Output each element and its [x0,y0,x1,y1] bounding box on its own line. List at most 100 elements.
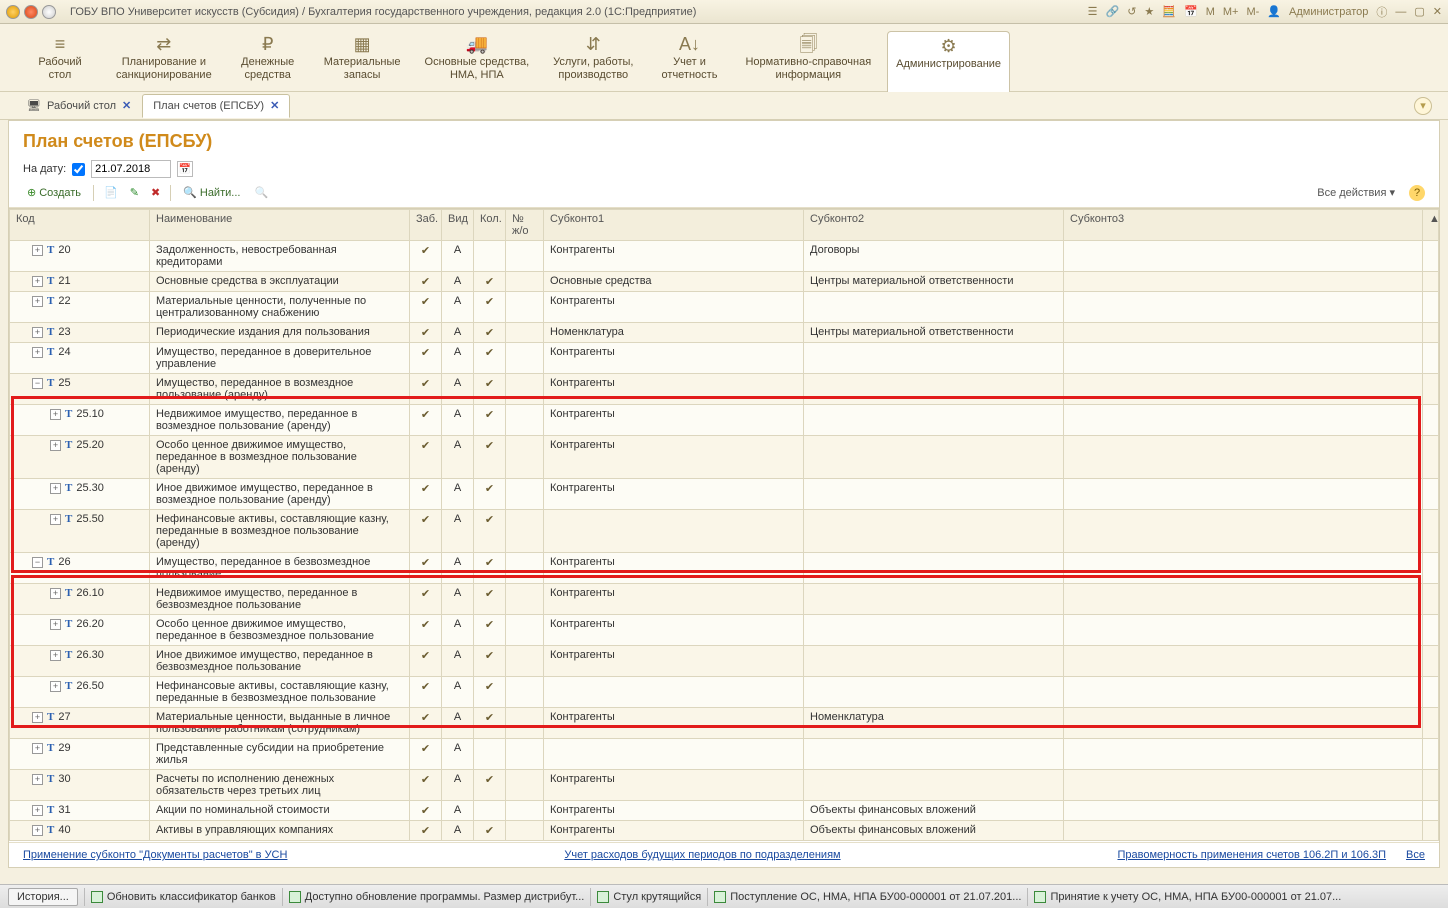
window-close-icon[interactable] [24,5,38,19]
expand-icon[interactable]: + [50,588,61,599]
scroll-up[interactable]: ▲ [1423,210,1439,241]
create-button[interactable]: ⊕Создать [23,184,85,201]
table-row[interactable]: + Т 27Материальные ценности, выданные в … [10,708,1439,739]
delete-button[interactable]: ✖ [149,184,162,201]
status-item[interactable]: Доступно обновление программы. Размер ди… [282,888,591,906]
table-row[interactable]: + Т 21Основные средства в эксплуатации✔А… [10,272,1439,292]
history-button[interactable]: История... [8,888,78,906]
link-icon[interactable]: 🔗 [1106,5,1120,18]
nav-item-3[interactable]: ▦Материальныезапасы [316,30,409,91]
status-item[interactable]: Обновить классификатор банков [84,888,282,906]
column-header[interactable]: Код [10,210,150,241]
history-icon[interactable]: ↺ [1127,5,1136,18]
expand-icon[interactable]: + [50,681,61,692]
table-row[interactable]: − Т 26Имущество, переданное в безвозмезд… [10,553,1439,584]
tab-close-icon[interactable]: ✕ [270,99,279,112]
copy-button[interactable]: 📄 [102,184,120,201]
expand-icon[interactable]: − [32,378,43,389]
clear-find-button[interactable]: 🔍 [252,184,270,201]
expand-icon[interactable]: + [50,514,61,525]
table-row[interactable]: + Т 25.10Недвижимое имущество, переданно… [10,405,1439,436]
table-row[interactable]: + Т 23Периодические издания для пользова… [10,323,1439,343]
column-header[interactable]: Субконто1 [544,210,804,241]
calendar-button[interactable]: 📅 [177,161,193,177]
table-row[interactable]: + Т 29Представленные субсидии на приобре… [10,739,1439,770]
table-row[interactable]: + Т 26.30Иное движимое имущество, переда… [10,646,1439,677]
calendar-icon[interactable]: 📅 [1184,5,1198,18]
edit-button[interactable]: ✎ [128,184,141,201]
column-header[interactable]: Заб. [410,210,442,241]
close-icon[interactable]: ✕ [1433,5,1442,18]
table-row[interactable]: + Т 20Задолженность, невостребованная кр… [10,241,1439,272]
expand-icon[interactable]: + [50,409,61,420]
all-actions-button[interactable]: Все действия ▾ [1317,186,1395,199]
expand-icon[interactable]: − [32,557,43,568]
fav-icon[interactable]: ☰ [1088,5,1098,18]
expand-icon[interactable]: + [32,347,43,358]
nav-item-5[interactable]: ⇵Услуги, работы,производство [545,30,641,91]
expand-icon[interactable]: + [50,483,61,494]
table-row[interactable]: + Т 22Материальные ценности, полученные … [10,292,1439,323]
column-header[interactable]: Вид [442,210,474,241]
tab-1[interactable]: План счетов (ЕПСБУ)✕ [142,94,290,118]
column-header[interactable]: Субконто2 [804,210,1064,241]
nav-item-0[interactable]: ≡Рабочийстол [20,30,100,91]
status-item[interactable]: Стул крутящийся [590,888,707,906]
table-row[interactable]: + Т 31Акции по номинальной стоимости✔АКо… [10,801,1439,821]
status-item[interactable]: Принятие к учету ОС, НМА, НПА БУ00-00000… [1027,888,1347,906]
column-header[interactable]: Кол. [474,210,506,241]
table-row[interactable]: + Т 40Активы в управляющих компаниях✔А✔К… [10,821,1439,841]
expand-icon[interactable]: + [32,774,43,785]
dropdown-button[interactable]: ▾ [1414,97,1432,115]
maximize-icon[interactable]: ▢ [1414,5,1424,18]
table-row[interactable]: + Т 26.10Недвижимое имущество, переданно… [10,584,1439,615]
footer-link-all[interactable]: Все [1406,849,1425,861]
expand-icon[interactable]: + [32,327,43,338]
table-row[interactable]: + Т 30Расчеты по исполнению денежных обя… [10,770,1439,801]
expand-icon[interactable]: + [50,440,61,451]
column-header[interactable]: № ж/о [506,210,544,241]
window-help-icon[interactable] [42,5,56,19]
star-icon[interactable]: ★ [1144,5,1154,18]
table-row[interactable]: + Т 26.50Нефинансовые активы, составляющ… [10,677,1439,708]
minimize-icon[interactable]: — [1395,6,1406,18]
info-icon[interactable]: ⓘ [1376,4,1387,20]
tab-0[interactable]: 🖥Рабочий стол✕ [16,94,142,118]
nav-item-7[interactable]: 🗐Нормативно-справочнаяинформация [737,30,879,91]
app-icon[interactable] [6,5,20,19]
find-button[interactable]: 🔍Найти... [179,184,244,201]
mplus-icon[interactable]: M+ [1223,6,1239,18]
nav-item-4[interactable]: 🚚Основные средства,НМА, НПА [417,30,538,91]
help-button[interactable]: ? [1409,185,1425,201]
calc-icon[interactable]: 🧮 [1162,5,1176,18]
footer-link-3[interactable]: Правомерность применения счетов 106.2П и… [1117,849,1386,861]
table-row[interactable]: + Т 25.50Нефинансовые активы, составляющ… [10,510,1439,553]
nav-item-6[interactable]: А↓Учет иотчетность [649,30,729,91]
status-item[interactable]: Поступление ОС, НМА, НПА БУ00-000001 от … [707,888,1027,906]
nav-item-2[interactable]: ₽Денежныесредства [228,30,308,91]
expand-icon[interactable]: + [32,276,43,287]
column-header[interactable]: Наименование [150,210,410,241]
date-checkbox[interactable] [72,163,85,176]
date-input[interactable] [91,160,171,178]
table-row[interactable]: + Т 26.20Особо ценное движимое имущество… [10,615,1439,646]
expand-icon[interactable]: + [32,743,43,754]
mminus-icon[interactable]: M- [1246,6,1259,18]
m-icon[interactable]: M [1206,6,1215,18]
table-row[interactable]: + Т 25.20Особо ценное движимое имущество… [10,436,1439,479]
footer-link-2[interactable]: Учет расходов будущих периодов по подраз… [564,849,840,861]
expand-icon[interactable]: + [32,296,43,307]
expand-icon[interactable]: + [50,650,61,661]
expand-icon[interactable]: + [32,245,43,256]
footer-link-1[interactable]: Применение субконто "Документы расчетов"… [23,849,287,861]
table-row[interactable]: + Т 24Имущество, переданное в доверитель… [10,343,1439,374]
table-row[interactable]: + Т 25.30Иное движимое имущество, переда… [10,479,1439,510]
table-row[interactable]: − Т 25Имущество, переданное в возмездное… [10,374,1439,405]
tab-close-icon[interactable]: ✕ [122,99,131,112]
table-wrap[interactable]: КодНаименованиеЗаб.ВидКол.№ ж/оСубконто1… [9,208,1439,842]
nav-item-8[interactable]: ⚙Администрирование [887,31,1010,92]
expand-icon[interactable]: + [50,619,61,630]
expand-icon[interactable]: + [32,805,43,816]
column-header[interactable]: Субконто3 [1064,210,1423,241]
expand-icon[interactable]: + [32,712,43,723]
